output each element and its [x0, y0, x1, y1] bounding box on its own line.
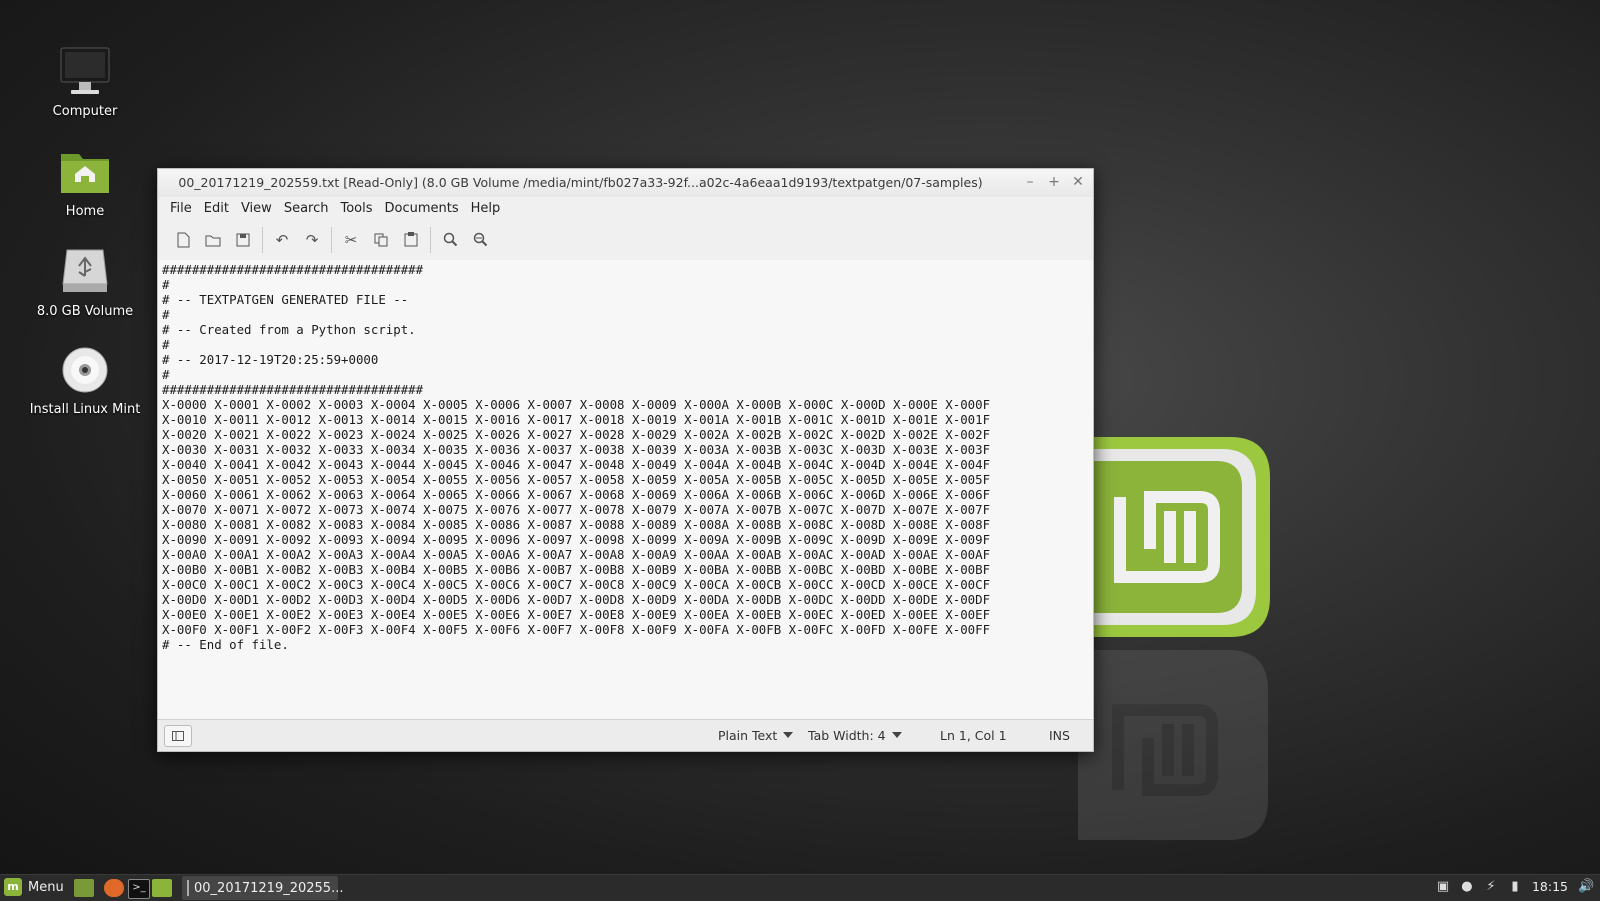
menu-edit[interactable]: Edit	[198, 201, 235, 216]
disc-icon	[57, 342, 113, 398]
new-document-icon[interactable]	[168, 225, 198, 255]
toolbar: ↶ ↷ ✂	[158, 219, 1093, 261]
minimize-button[interactable]: –	[1023, 173, 1037, 191]
taskbar: m Menu >_ 00_20171219_20255... ▣ ● ⚡ ▮ 1…	[0, 874, 1600, 901]
taskbar-window-label: 00_20171219_20255...	[194, 880, 344, 896]
menubar: File Edit View Search Tools Documents He…	[158, 197, 1093, 219]
statusbar: Plain Text Tab Width: 4 Ln 1, Col 1 INS	[158, 719, 1093, 751]
computer-icon	[57, 44, 113, 100]
window-titlebar[interactable]: 00_20171219_202559.txt [Read-Only] (8.0 …	[158, 169, 1093, 197]
menu-button-label: Menu	[28, 879, 64, 895]
desktop-icon-home[interactable]: Home	[20, 144, 150, 219]
user-icon[interactable]: ●	[1460, 879, 1474, 894]
home-folder-icon	[57, 144, 113, 200]
desktop-icon-label: Install Linux Mint	[29, 402, 141, 417]
update-manager-icon[interactable]: ▣	[1436, 879, 1450, 894]
menu-search[interactable]: Search	[278, 201, 335, 216]
cursor-position: Ln 1, Col 1	[940, 728, 1007, 743]
menu-button[interactable]: m Menu	[4, 878, 64, 896]
open-document-icon[interactable]	[198, 225, 228, 255]
toolbar-separator	[262, 226, 263, 253]
tab-width-label: Tab Width: 4	[808, 728, 886, 743]
desktop-icon-label: Home	[65, 204, 105, 219]
system-tray: ▣ ● ⚡ ▮ 18:15 🔊	[1436, 879, 1594, 894]
menu-view[interactable]: View	[235, 201, 278, 216]
side-panel-icon	[172, 731, 184, 741]
text-editor-area[interactable]: ################################### # # …	[158, 260, 1093, 720]
terminal-icon[interactable]: >_	[128, 879, 150, 899]
desktop-icon-install[interactable]: Install Linux Mint	[20, 342, 150, 417]
files-icon[interactable]	[152, 879, 172, 897]
chevron-down-icon	[783, 732, 794, 738]
cut-icon[interactable]: ✂	[336, 225, 366, 255]
search-icon[interactable]	[435, 225, 465, 255]
desktop-icon-computer[interactable]: Computer	[20, 44, 150, 119]
mint-menu-icon: m	[4, 878, 22, 896]
chevron-down-icon	[891, 732, 902, 738]
text-editor-window: 00_20171219_202559.txt [Read-Only] (8.0 …	[157, 168, 1094, 752]
window-title: 00_20171219_202559.txt [Read-Only] (8.0 …	[178, 175, 983, 190]
menu-documents[interactable]: Documents	[379, 201, 465, 216]
network-icon[interactable]: ⚡	[1484, 879, 1498, 894]
side-panel-toggle-button[interactable]	[164, 725, 192, 747]
desktop-icon-label: 8.0 GB Volume	[36, 304, 134, 319]
tab-width-selector[interactable]: Tab Width: 4	[808, 728, 902, 743]
firefox-icon[interactable]	[104, 879, 124, 897]
document-content[interactable]: ################################### # # …	[158, 260, 1093, 654]
desktop-icon-volume[interactable]: 8.0 GB Volume	[20, 244, 150, 319]
taskbar-window-item[interactable]: 00_20171219_20255...	[182, 876, 343, 900]
close-button[interactable]: ✕	[1071, 173, 1085, 191]
menu-file[interactable]: File	[164, 201, 198, 216]
paste-icon[interactable]	[396, 225, 426, 255]
clock[interactable]: 18:15	[1532, 879, 1568, 894]
menu-tools[interactable]: Tools	[334, 201, 378, 216]
usb-drive-icon	[57, 244, 113, 300]
maximize-button[interactable]: +	[1047, 173, 1061, 191]
toolbar-separator	[430, 226, 431, 253]
redo-icon[interactable]: ↷	[297, 225, 327, 255]
copy-icon[interactable]	[366, 225, 396, 255]
volume-icon[interactable]: 🔊	[1578, 879, 1594, 894]
menu-help[interactable]: Help	[465, 201, 507, 216]
undo-icon[interactable]: ↶	[267, 225, 297, 255]
language-selector[interactable]: Plain Text	[718, 728, 794, 743]
toolbar-separator	[331, 226, 332, 253]
insert-mode: INS	[1049, 728, 1070, 743]
show-desktop-icon[interactable]	[74, 879, 94, 897]
search-replace-icon[interactable]	[465, 225, 495, 255]
battery-icon[interactable]: ▮	[1508, 879, 1522, 894]
language-label: Plain Text	[718, 728, 778, 743]
text-document-icon	[187, 880, 189, 896]
desktop-icon-label: Computer	[52, 104, 118, 119]
save-document-icon[interactable]	[228, 225, 258, 255]
